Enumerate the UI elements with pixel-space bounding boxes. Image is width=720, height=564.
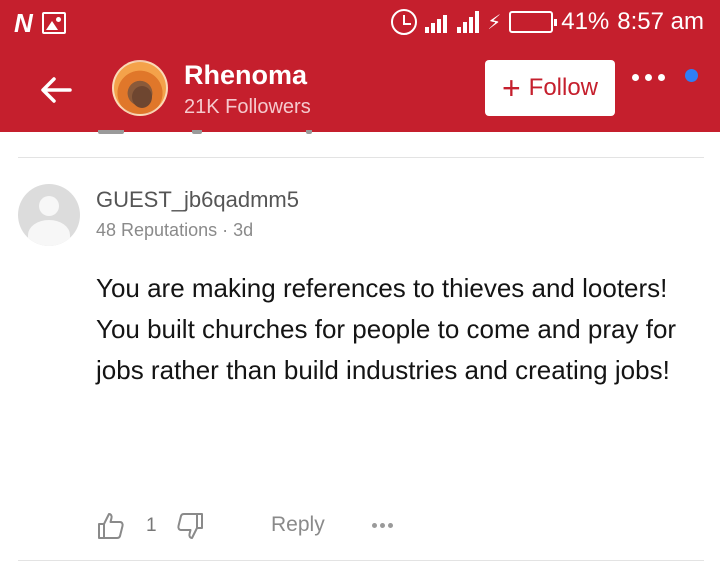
divider <box>18 560 704 561</box>
comment-actions: 1 Reply <box>96 506 393 546</box>
divider <box>18 157 704 158</box>
reply-button[interactable]: Reply <box>271 513 325 537</box>
clock: 8:57 am <box>617 8 704 35</box>
more-horizontal-icon[interactable] <box>632 74 665 81</box>
arrow-left-icon[interactable] <box>38 72 74 108</box>
thumbs-down-icon[interactable] <box>175 511 205 541</box>
signal-icon <box>425 11 480 33</box>
status-bar: N ⚡ 41% 8:57 am <box>0 0 720 48</box>
like-count: 1 <box>146 515 157 536</box>
charging-icon: ⚡ <box>487 11 502 34</box>
comment-username[interactable]: GUEST_jb6qadmm5 <box>96 187 299 213</box>
battery-percent: 41% <box>561 8 610 35</box>
profile-avatar[interactable] <box>112 60 168 116</box>
plus-icon: + <box>501 70 521 106</box>
notification-dot <box>685 69 698 82</box>
more-horizontal-icon[interactable] <box>372 523 393 528</box>
follow-button[interactable]: + Follow <box>485 60 615 116</box>
alarm-icon <box>391 9 418 35</box>
news-app-icon: N <box>14 8 33 38</box>
image-icon <box>41 12 66 34</box>
previous-item-edge <box>96 130 326 134</box>
profile-name[interactable]: Rhenoma <box>184 60 307 91</box>
follow-button-label: Follow <box>528 74 599 101</box>
battery-icon <box>509 11 558 33</box>
profile-followers: 21K Followers <box>184 96 311 118</box>
comment-meta: 48 Reputations · 3d <box>96 220 254 240</box>
thumbs-up-icon[interactable] <box>96 511 126 541</box>
avatar[interactable] <box>18 184 80 246</box>
comment-text: You are making references to thieves and… <box>96 273 677 385</box>
